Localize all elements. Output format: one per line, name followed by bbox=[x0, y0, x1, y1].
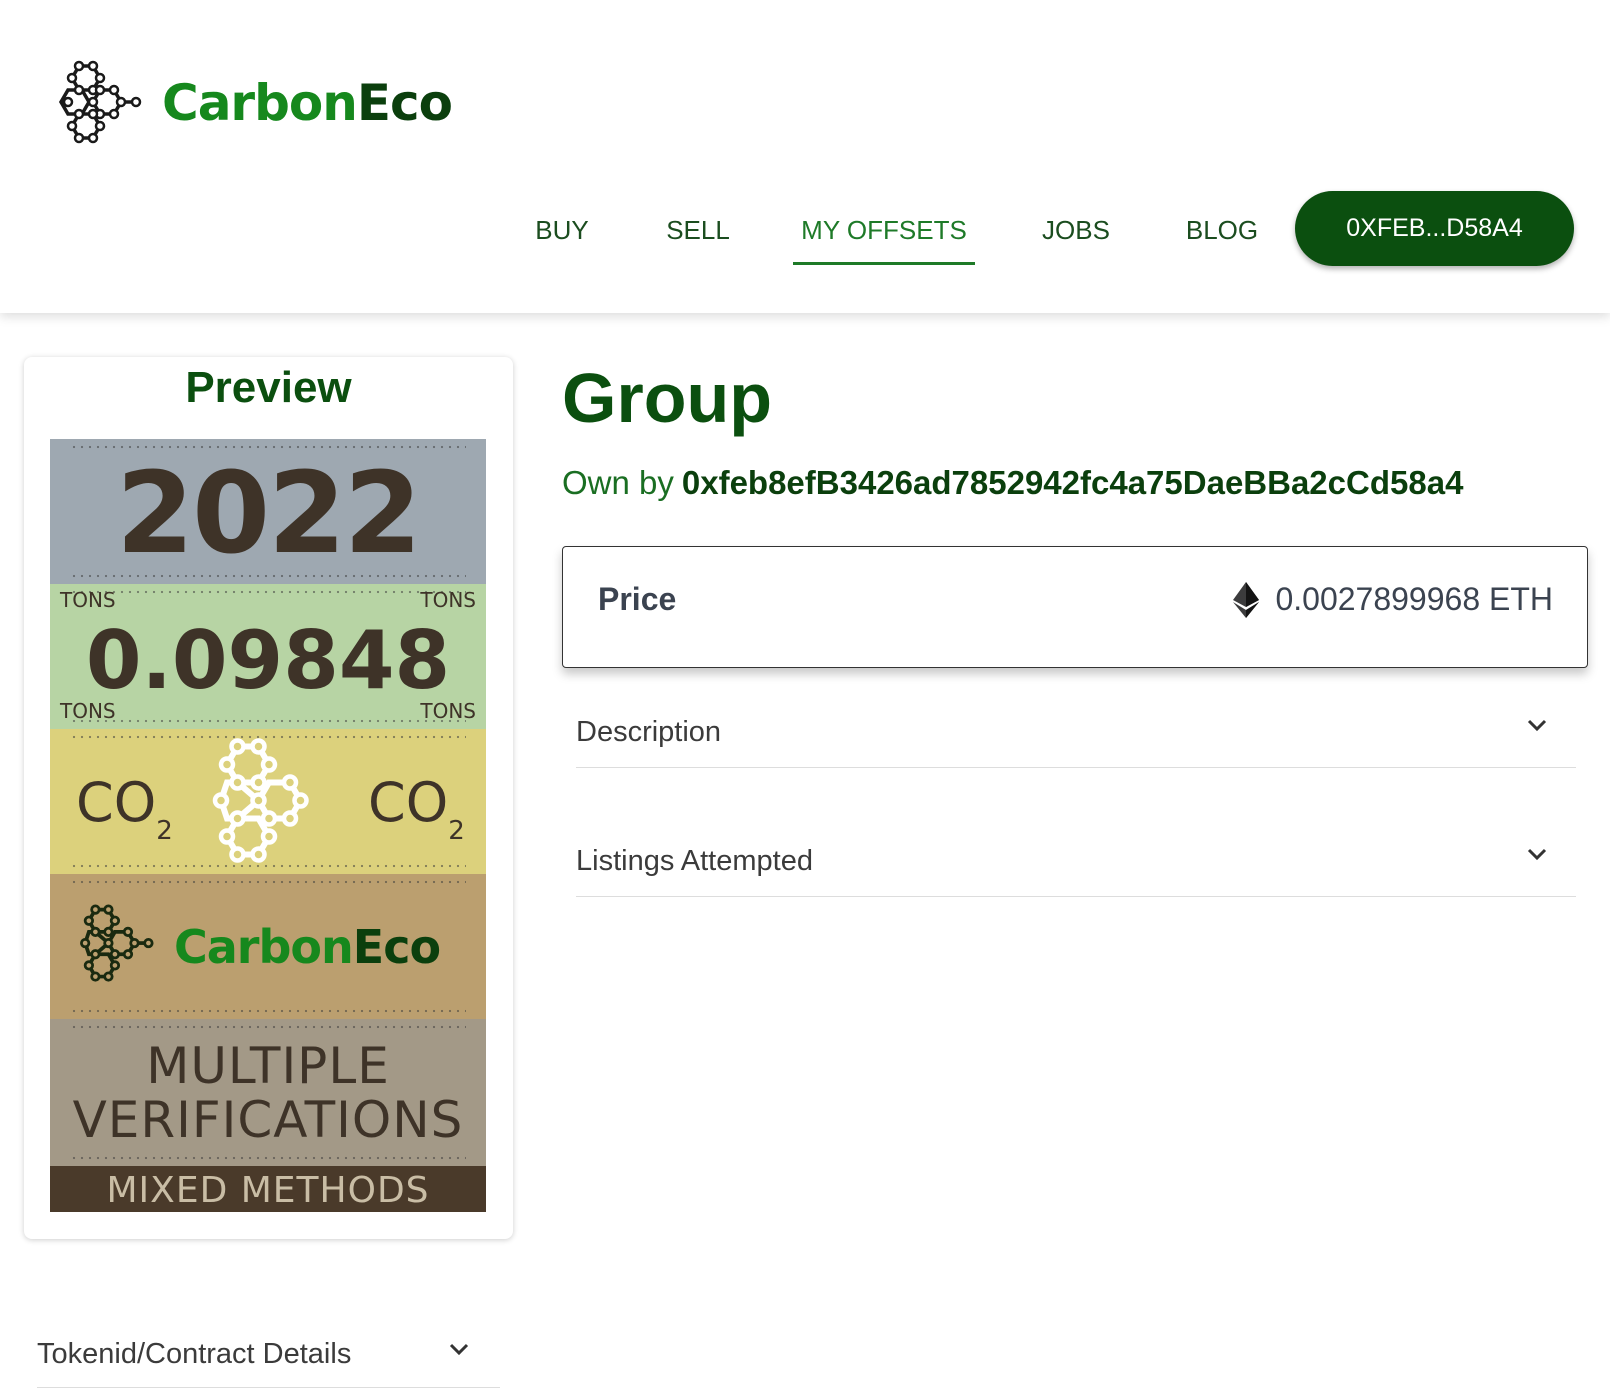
year-band: 2022 bbox=[50, 439, 486, 584]
brand-name-part1: Carbon bbox=[162, 74, 358, 132]
token-details-label: Tokenid/Contract Details bbox=[37, 1338, 352, 1370]
tons-label: TONS bbox=[60, 699, 116, 723]
hexagon-molecule-icon bbox=[212, 738, 309, 863]
nft-method: MIXED METHODS bbox=[106, 1170, 430, 1211]
nav-blog[interactable]: BLOG bbox=[1181, 190, 1263, 265]
nft-year: 2022 bbox=[116, 449, 422, 579]
price-label: Price bbox=[598, 581, 677, 617]
token-details-accordion[interactable]: Tokenid/Contract Details bbox=[37, 1320, 500, 1388]
chevron-down-icon bbox=[1527, 719, 1547, 732]
brand-name: CarbonEco bbox=[162, 74, 453, 132]
ethereum-icon bbox=[1233, 581, 1260, 618]
preview-card: Preview 2022 TONS TONS 0.09848 TONS TONS… bbox=[24, 357, 513, 1239]
chevron-down-icon bbox=[1527, 848, 1547, 861]
description-accordion[interactable]: Description bbox=[576, 700, 1576, 768]
nft-brand-name: CarbonEco bbox=[174, 920, 441, 974]
item-title: Group bbox=[562, 359, 772, 437]
tons-label: TONS bbox=[60, 588, 116, 612]
listings-accordion[interactable]: Listings Attempted bbox=[576, 829, 1576, 897]
method-band: MIXED METHODS bbox=[50, 1166, 486, 1212]
listings-label: Listings Attempted bbox=[576, 845, 813, 877]
price-amount: 0.0027899968 ETH bbox=[1275, 581, 1553, 617]
owner-address[interactable]: 0xfeb8efB3426ad7852942fc4a75DaeBBa2cCd58… bbox=[682, 464, 1464, 501]
nft-tons-value: 0.09848 bbox=[85, 614, 451, 707]
hexagon-molecule-icon bbox=[58, 60, 142, 144]
wallet-button[interactable]: 0XFEB...D58A4 bbox=[1295, 191, 1574, 266]
brand-band: CarbonEco bbox=[50, 874, 486, 1019]
nft-verification: MULTIPLE VERIFICATIONS bbox=[72, 1037, 464, 1149]
nav-buy[interactable]: BUY bbox=[528, 190, 596, 265]
tons-label: TONS bbox=[420, 588, 476, 612]
chevron-down-icon bbox=[449, 1343, 469, 1356]
nav-jobs[interactable]: JOBS bbox=[1036, 190, 1116, 265]
price-box: Price 0.0027899968 ETH bbox=[562, 546, 1588, 668]
preview-title: Preview bbox=[185, 363, 352, 412]
co2-text-right: CO2 bbox=[368, 771, 465, 846]
nav-sell[interactable]: SELL bbox=[661, 190, 735, 265]
owner-prefix: Own by bbox=[562, 464, 674, 501]
verification-band: MULTIPLE VERIFICATIONS bbox=[50, 1019, 486, 1166]
co2-text-left: CO2 bbox=[76, 771, 173, 846]
tons-band: TONS TONS 0.09848 TONS TONS bbox=[50, 584, 486, 729]
co2-band: CO2 CO2 bbox=[50, 729, 486, 874]
owner-line: Own by 0xfeb8efB3426ad7852942fc4a75DaeBBa… bbox=[562, 464, 1463, 502]
header: CarbonEco BUY SELL MY OFFSETS JOBS BLOG … bbox=[0, 0, 1610, 313]
brand-name-part2: Eco bbox=[356, 74, 453, 132]
nft-preview-image: 2022 TONS TONS 0.09848 TONS TONS CO2 CO2… bbox=[50, 439, 486, 1212]
tons-label: TONS bbox=[420, 699, 476, 723]
description-label: Description bbox=[576, 716, 722, 748]
logo[interactable]: CarbonEco bbox=[54, 60, 453, 146]
hexagon-molecule-icon bbox=[80, 904, 154, 982]
nav-my-offsets[interactable]: MY OFFSETS bbox=[793, 190, 975, 265]
price-value: 0.0027899968 ETH bbox=[1233, 581, 1553, 618]
